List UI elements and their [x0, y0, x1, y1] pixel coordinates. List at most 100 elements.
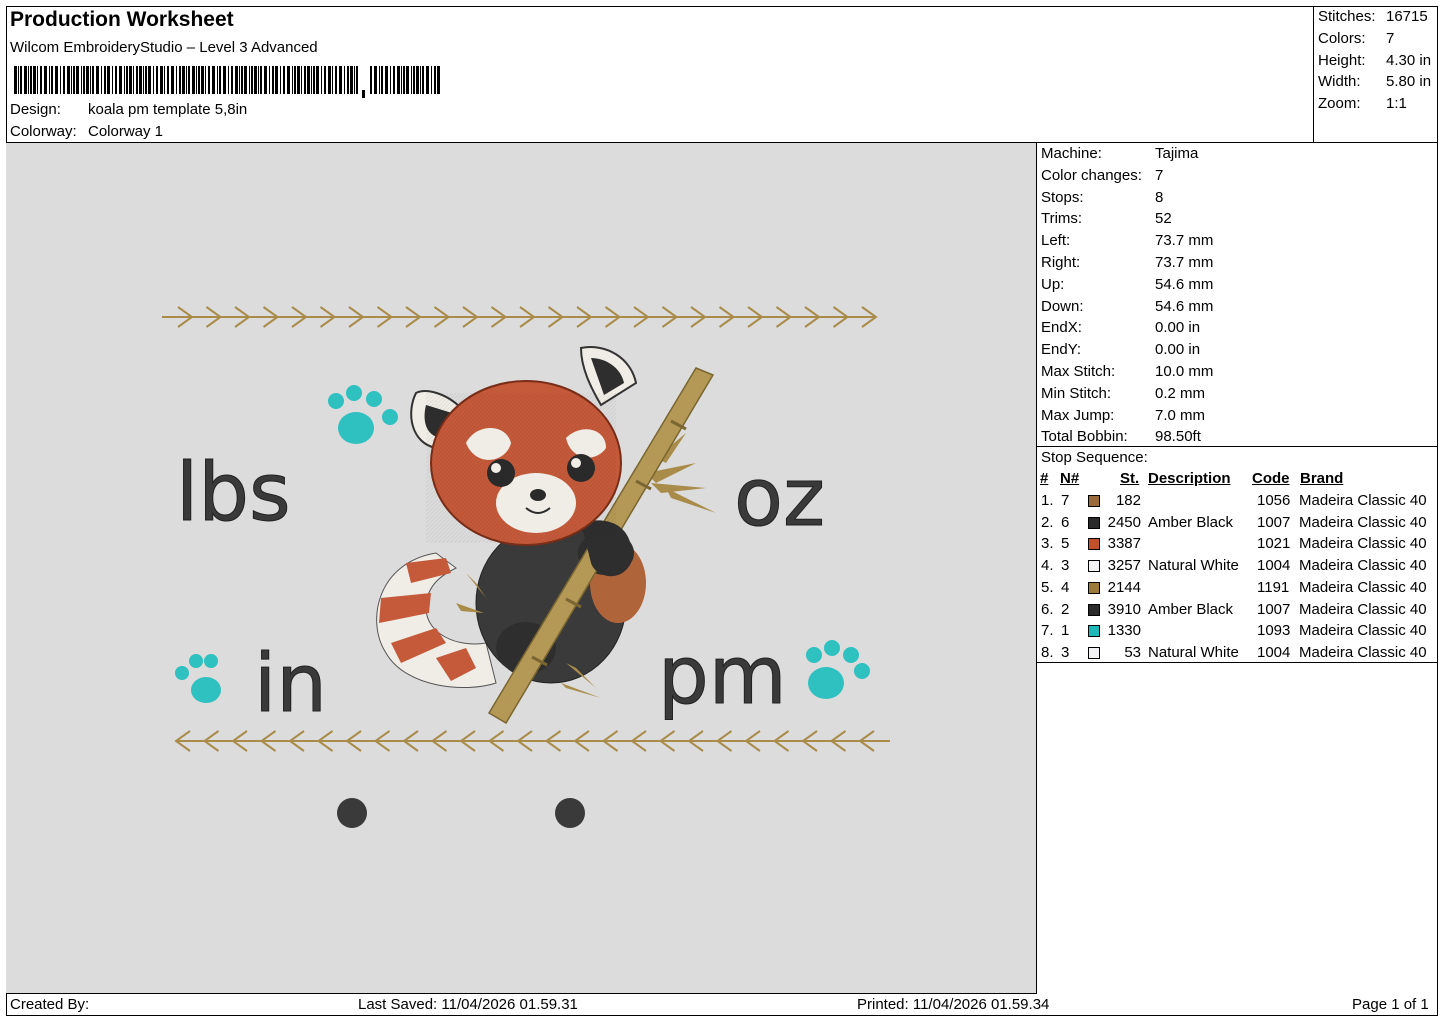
chevron-mark: [345, 730, 377, 752]
software-name: Wilcom EmbroideryStudio – Level 3 Advanc…: [10, 39, 318, 56]
chevron-mark: [430, 730, 463, 752]
barcode-bar: [212, 66, 215, 94]
page-number: Page 1 of 1: [1352, 996, 1429, 1013]
info-label: EndX:: [1041, 319, 1082, 337]
barcode-bar: [370, 66, 372, 94]
barcode-bar: [393, 66, 395, 94]
barcode-bar: [176, 66, 177, 94]
col-header-description: Description: [1148, 470, 1231, 487]
barcode-bar: [347, 66, 349, 94]
chevron-mark: [247, 306, 280, 328]
needle-number: 7: [1061, 492, 1070, 509]
chevron-mark: [202, 730, 235, 752]
stitch-count: 182: [1115, 492, 1141, 509]
info-value: 10.0 mm: [1155, 363, 1214, 380]
chevron-mark: [772, 730, 805, 752]
chevron-mark: [190, 306, 223, 328]
info-label: Total Bobbin:: [1041, 428, 1128, 446]
thread-brand: Madeira Classic 40: [1299, 492, 1427, 509]
chevron-mark: [402, 730, 434, 752]
paw-print-icon: [175, 654, 221, 703]
chevron-mark: [817, 306, 850, 328]
chevron-mark: [475, 306, 508, 328]
barcode-bar: [297, 66, 300, 94]
stat-label: Stitches:: [1318, 8, 1376, 25]
stat-label: Zoom:: [1318, 95, 1361, 112]
barcode-bar: [20, 66, 22, 94]
barcode-bar: [139, 66, 142, 94]
chevron-mark: [162, 306, 194, 328]
word-pm: pm: [658, 629, 787, 722]
stat-value: 1:1: [1386, 95, 1407, 112]
needle-number: 3: [1061, 643, 1070, 661]
chevron-mark: [703, 306, 736, 328]
barcode-bar: [196, 66, 197, 94]
chevron-mark: [447, 306, 479, 328]
color-swatch: [1088, 603, 1100, 616]
barcode-bar: [307, 66, 310, 94]
stop-index: 6.: [1041, 600, 1054, 618]
info-label: Up:: [1041, 275, 1065, 293]
thread-brand: Madeira Classic 40: [1299, 578, 1427, 596]
thread-description: Amber Black: [1148, 600, 1234, 618]
thread-brand: Madeira Classic 40: [1299, 535, 1427, 553]
word-in: in: [254, 637, 327, 730]
info-value: 73.7 mm: [1155, 254, 1214, 271]
info-label: Stops:: [1041, 188, 1084, 206]
barcode-bar: [192, 66, 195, 94]
chevron-mark: [288, 730, 320, 752]
barcode-bar: [332, 66, 333, 94]
barcode-bar: [316, 66, 319, 94]
barcode-bar: [92, 66, 94, 94]
chevron-mark: [174, 730, 206, 752]
chevron-mark: [573, 730, 605, 752]
chevron-mark: [333, 306, 365, 328]
barcode-bar: [188, 66, 190, 94]
color-swatch: [1088, 495, 1100, 507]
chevron-mark: [618, 306, 650, 328]
barcode-bar: [301, 66, 302, 94]
info-value: 98.50ft: [1155, 428, 1201, 446]
info-value: 0.00 in: [1155, 319, 1201, 337]
barcode-bar: [30, 66, 32, 94]
barcode-bar: [179, 66, 181, 94]
barcode-bar: [67, 66, 70, 94]
barcode-bar: [379, 66, 380, 94]
info-label: Machine:: [1041, 145, 1102, 162]
chevron-mark: [561, 306, 593, 328]
chevron-mark: [589, 306, 622, 328]
barcode-bar: [104, 66, 106, 94]
last-saved: Last Saved: 11/04/2026 01.59.31: [358, 996, 578, 1013]
chevron-mark: [361, 306, 394, 328]
barcode-bar: [73, 66, 75, 94]
col-header-stitches: St.: [1120, 470, 1140, 487]
col-header-code: Code: [1252, 470, 1290, 487]
barcode-bar: [344, 66, 345, 94]
chevron-mark: [658, 730, 691, 752]
chevron-mark: [846, 306, 878, 328]
stop-sequence-title: Stop Sequence:: [1041, 449, 1148, 466]
thread-code: 1093: [1257, 622, 1291, 640]
color-swatch: [1088, 560, 1100, 573]
barcode-bar: [124, 66, 125, 94]
divider: [1037, 662, 1438, 663]
snap-dot: [337, 798, 367, 828]
barcode-bar: [294, 66, 296, 94]
barcode-bar: [201, 66, 204, 94]
chevron-mark: [231, 730, 263, 752]
color-swatch: [1088, 516, 1100, 529]
barcode-bar: [280, 66, 281, 94]
barcode-bar: [90, 66, 91, 94]
barcode-bar: [244, 66, 247, 94]
barcode-bar: [411, 66, 412, 94]
info-label: EndY:: [1041, 341, 1082, 359]
info-value: 7.0 mm: [1155, 406, 1206, 424]
barcode-bar: [403, 66, 405, 94]
thread-brand: Madeira Classic 40: [1299, 513, 1427, 531]
thread-code: 1007: [1257, 600, 1291, 618]
thread-brand: Madeira Classic 40: [1299, 622, 1427, 640]
word-lbs: lbs: [176, 446, 291, 539]
barcode-bar: [269, 66, 270, 94]
worksheet-header: Production Worksheet Wilcom EmbroiderySt…: [6, 6, 1314, 143]
chevron-mark: [304, 306, 337, 328]
